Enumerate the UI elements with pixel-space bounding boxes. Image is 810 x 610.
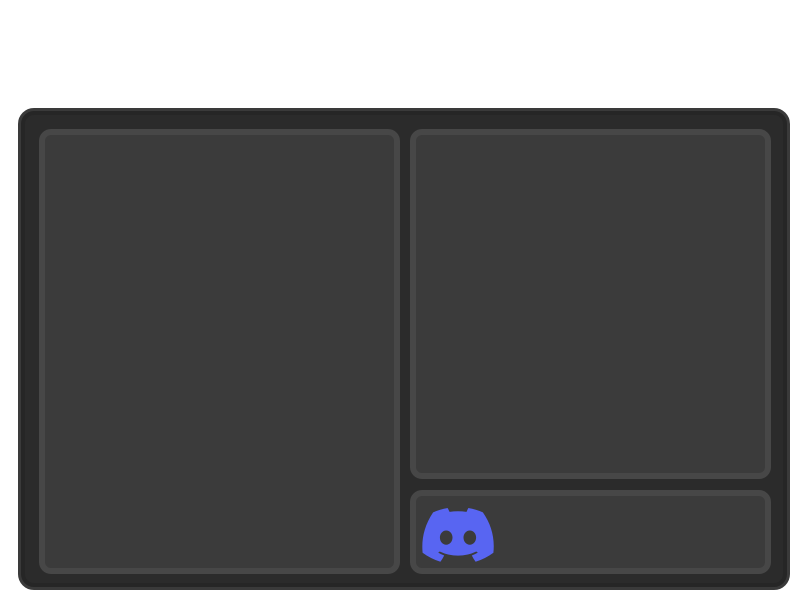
app-window	[18, 108, 790, 590]
left-panel	[39, 129, 400, 574]
right-bottom-panel	[410, 490, 771, 574]
discord-logo-icon	[422, 508, 494, 562]
right-top-panel	[410, 129, 771, 479]
